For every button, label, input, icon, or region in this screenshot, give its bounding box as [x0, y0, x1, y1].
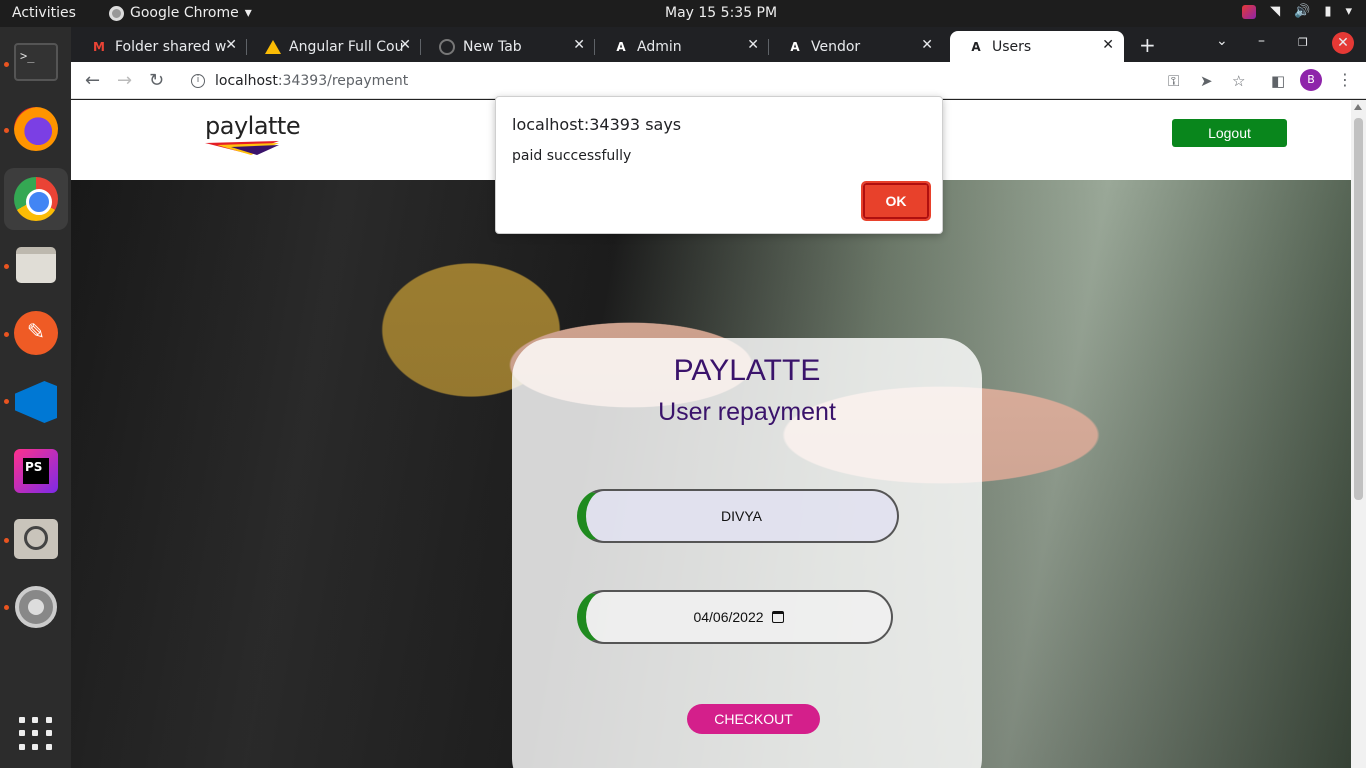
- tab-search-icon[interactable]: ⌄: [1216, 33, 1228, 49]
- bookmark-star-icon[interactable]: ☆: [1232, 72, 1245, 90]
- chrome-icon: [109, 5, 124, 21]
- reload-icon[interactable]: ↻: [149, 70, 164, 91]
- new-tab-button[interactable]: +: [1139, 33, 1156, 57]
- google-drive-icon: [265, 39, 281, 55]
- url-path: :34393/repayment: [277, 72, 409, 89]
- tab-title: Users: [992, 38, 1032, 55]
- tab-title: Angular Full Cou: [289, 38, 404, 55]
- maximize-button[interactable]: ❐: [1298, 36, 1308, 49]
- profile-avatar[interactable]: B: [1300, 69, 1322, 91]
- image-viewer-icon[interactable]: [12, 515, 60, 563]
- angular-icon: A: [616, 39, 626, 54]
- close-icon[interactable]: ✕: [225, 37, 237, 53]
- alert-dialog: localhost:34393 says paid successfully O…: [495, 96, 943, 234]
- side-panel-icon[interactable]: ◧: [1271, 72, 1285, 90]
- ok-button[interactable]: OK: [861, 181, 931, 221]
- name-input[interactable]: DIVYA: [577, 489, 899, 543]
- angular-icon: A: [790, 39, 800, 54]
- send-icon[interactable]: ➤: [1200, 72, 1213, 90]
- running-indicator: [4, 264, 9, 269]
- window-close-button[interactable]: ✕: [1332, 32, 1354, 54]
- scroll-up-icon[interactable]: [1354, 104, 1362, 110]
- chrome-icon[interactable]: [4, 168, 68, 230]
- firefox-icon[interactable]: [12, 105, 60, 153]
- tab-title: New Tab: [463, 38, 522, 55]
- tab-title: Vendor: [811, 38, 861, 55]
- indicator-icon[interactable]: [1242, 4, 1257, 19]
- app-menu-label: Google Chrome: [130, 5, 239, 21]
- url-host: localhost: [215, 72, 278, 89]
- running-indicator: [4, 538, 9, 543]
- more-menu-icon[interactable]: ⋮: [1337, 70, 1353, 89]
- tab-title: Folder shared w: [115, 38, 227, 55]
- running-indicator: [4, 605, 9, 610]
- angular-icon: A: [971, 39, 981, 54]
- tab-gmail[interactable]: M Folder shared w ✕: [73, 31, 247, 62]
- tab-title: Admin: [637, 38, 682, 55]
- forward-icon[interactable]: →: [117, 70, 132, 91]
- logout-button[interactable]: Logout: [1172, 119, 1287, 147]
- tab-admin[interactable]: A Admin ✕: [595, 31, 769, 62]
- battery-icon: ▮: [1324, 4, 1332, 19]
- tab-vendor[interactable]: A Vendor ✕: [769, 31, 943, 62]
- clock[interactable]: May 15 5:35 PM: [665, 5, 777, 21]
- browser-toolbar: ← → ↻ i localhost:34393/repayment ⚿ ➤ ☆ …: [71, 62, 1366, 99]
- date-value: 04/06/2022: [693, 609, 764, 625]
- ubuntu-dock: >_ ✎ PS: [0, 27, 71, 768]
- dialog-message: paid successfully: [512, 148, 632, 164]
- tab-new-tab[interactable]: New Tab ✕: [421, 31, 595, 62]
- close-icon[interactable]: ✕: [399, 37, 411, 53]
- name-value: DIVYA: [721, 508, 762, 524]
- paylatte-logo[interactable]: paylatte: [205, 112, 301, 159]
- phpstorm-icon[interactable]: PS: [12, 447, 60, 495]
- chevron-down-icon: ▾: [244, 5, 252, 21]
- card-subtitle: User repayment: [658, 398, 836, 426]
- volume-icon: 🔊: [1294, 4, 1311, 19]
- repayment-card: PAYLATTE User repayment DIVYA 04/06/2022…: [512, 338, 982, 768]
- back-icon[interactable]: ←: [85, 70, 100, 91]
- brand-text: paylatte: [205, 112, 301, 140]
- tab-users[interactable]: A Users ✕: [950, 31, 1124, 62]
- system-top-bar: Activities Google Chrome ▾ May 15 5:35 P…: [0, 0, 1366, 27]
- running-indicator: [4, 128, 9, 133]
- tab-strip: M Folder shared w ✕ Angular Full Cou ✕ N…: [71, 27, 1366, 62]
- system-tray[interactable]: ◥ 🔊 ▮ ▾: [1242, 4, 1352, 19]
- page-scrollbar[interactable]: [1351, 100, 1366, 768]
- key-icon[interactable]: ⚿: [1168, 72, 1179, 90]
- running-indicator: [4, 332, 9, 337]
- running-indicator: [4, 399, 9, 404]
- close-icon[interactable]: ✕: [921, 37, 933, 53]
- app-menu[interactable]: Google Chrome ▾: [109, 5, 252, 21]
- date-input[interactable]: 04/06/2022: [577, 590, 893, 644]
- close-icon[interactable]: ✕: [747, 37, 759, 53]
- calendar-icon[interactable]: [771, 611, 784, 623]
- vscode-icon[interactable]: [12, 378, 60, 426]
- terminal-icon[interactable]: >_: [12, 38, 60, 86]
- minimize-button[interactable]: –: [1258, 33, 1265, 49]
- wifi-icon: ◥: [1270, 4, 1281, 19]
- scrollbar-thumb[interactable]: [1354, 118, 1363, 500]
- postman-icon[interactable]: ✎: [12, 309, 60, 357]
- settings-icon[interactable]: [12, 583, 60, 631]
- card-title: PAYLATTE: [673, 354, 821, 387]
- activities-button[interactable]: Activities: [12, 5, 76, 21]
- globe-icon: [439, 38, 455, 55]
- gmail-icon: M: [93, 39, 105, 54]
- logo-swoosh-icon: [205, 141, 279, 155]
- checkout-button[interactable]: CHECKOUT: [687, 704, 820, 734]
- address-bar[interactable]: i localhost:34393/repayment: [179, 66, 1329, 95]
- running-indicator: [4, 62, 9, 67]
- site-info-icon[interactable]: i: [191, 73, 205, 88]
- dialog-title: localhost:34393 says: [512, 115, 682, 134]
- tab-angular-course[interactable]: Angular Full Cou ✕: [247, 31, 421, 62]
- close-icon[interactable]: ✕: [573, 37, 585, 53]
- show-applications-icon[interactable]: [12, 710, 60, 758]
- files-icon[interactable]: [12, 241, 60, 289]
- chevron-down-icon: ▾: [1345, 4, 1352, 19]
- close-icon[interactable]: ✕: [1102, 37, 1114, 53]
